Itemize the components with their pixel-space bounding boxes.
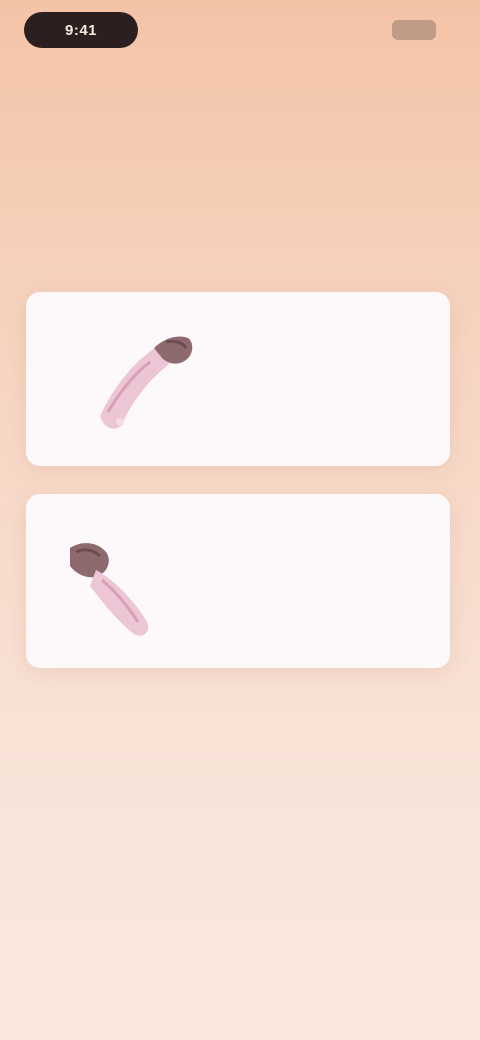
hand-icon [82,320,212,440]
status-bar: 9:41 [0,0,480,62]
hand-icon [46,524,176,644]
battery-icon [392,20,436,40]
subtitle-row [100,230,380,252]
option-card-2[interactable] [26,494,450,668]
status-time: 9:41 [64,21,98,39]
top-link[interactable] [140,74,354,90]
option-card-1[interactable] [26,292,450,466]
status-time-pill: 9:41 [24,12,138,48]
